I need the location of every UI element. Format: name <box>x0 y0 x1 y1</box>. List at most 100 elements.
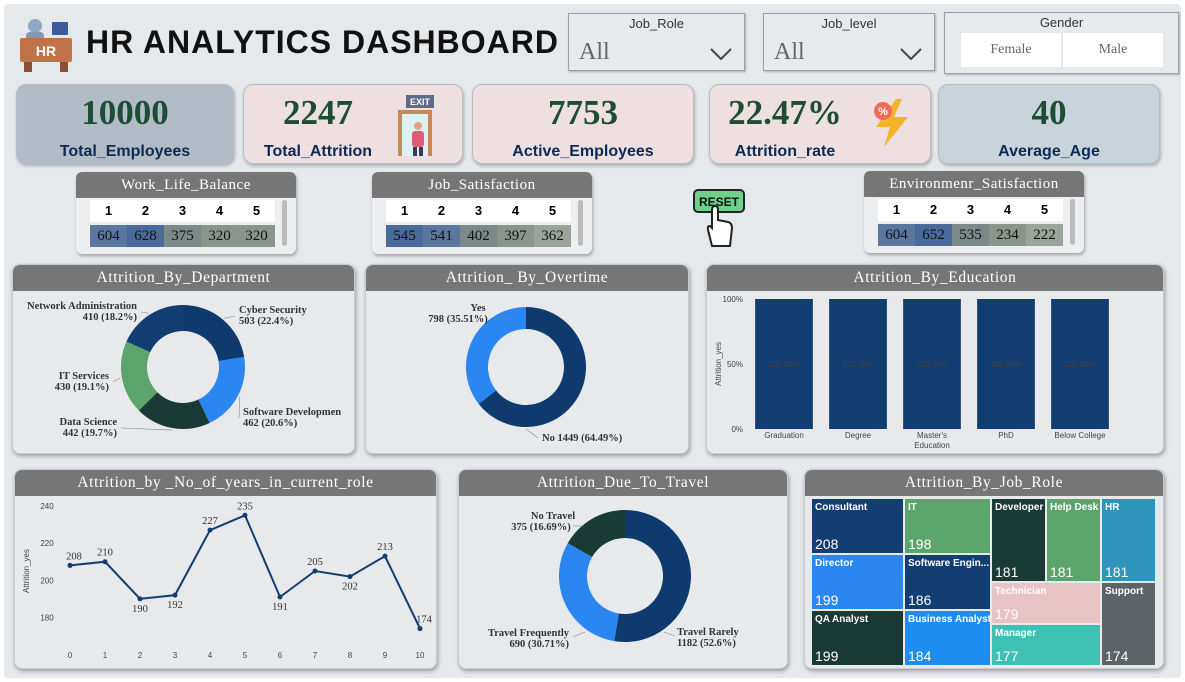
chart-title: Attrition_Due_To_Travel <box>459 470 787 496</box>
point-value-label: 190 <box>132 604 148 615</box>
table-scrollbar[interactable] <box>1070 199 1075 245</box>
svg-text:%: % <box>878 106 888 118</box>
chart-title: Attrition_by _No_of_years_in_current_rol… <box>15 470 436 496</box>
slice-value-label: 503 (22.4%) <box>239 316 294 327</box>
gender-label: Gender <box>1039 15 1084 30</box>
kpi-value: 40 <box>1031 93 1067 132</box>
donut-slice[interactable] <box>614 510 691 642</box>
gender-slicer: Gender Female Male <box>944 12 1179 74</box>
treemap-tile-value: 198 <box>908 536 932 552</box>
leader-line <box>120 427 172 431</box>
treemap-tile-label: HR <box>1105 502 1120 513</box>
table-scrollbar[interactable] <box>282 200 287 246</box>
slice-category-label: Travel Frequently <box>488 628 570 639</box>
treemap-tile-value: 181 <box>995 564 1019 580</box>
treemap-tile[interactable]: HR 181 <box>1101 498 1156 582</box>
donut-slice[interactable] <box>198 356 245 424</box>
treemap-tile[interactable]: Consultant 208 <box>811 498 904 554</box>
y-tick-label: 0% <box>731 425 743 434</box>
treemap-tile[interactable]: Help Desk 181 <box>1046 498 1101 582</box>
data-point[interactable] <box>382 553 388 559</box>
x-tick-label: Degree <box>845 431 872 440</box>
treemap-tile[interactable]: Technician 179 <box>991 582 1101 624</box>
chart-title: Attrition_ By_Overtime <box>366 265 688 291</box>
leader-line <box>112 377 121 383</box>
table-value-cell: 375 <box>164 225 201 247</box>
kpi-label: Active_Employees <box>512 143 654 160</box>
donut-slice[interactable] <box>183 305 245 362</box>
department-donut-chart: Cyber Security503 (22.4%) Software Develo… <box>27 301 341 439</box>
table-value-cell: 320 <box>201 225 238 247</box>
data-point[interactable] <box>417 626 423 632</box>
x-tick-label: 8 <box>348 651 353 660</box>
treemap-tile[interactable]: IT 198 <box>904 498 991 554</box>
x-tick-label: 4 <box>208 651 213 660</box>
panel-attrition-due-to-travel: Attrition_Due_To_Travel Travel Rarely 118… <box>458 469 788 669</box>
reset-button[interactable]: RESET <box>692 188 748 248</box>
job-role-treemap: Consultant 208 IT 198 Developer 181 Help Desk 1… <box>811 498 1159 666</box>
treemap-tile[interactable]: Business Analyst 184 <box>904 610 991 666</box>
table-scrollbar[interactable] <box>578 200 583 246</box>
kpi-label: Total_Attrition <box>263 143 373 160</box>
data-point[interactable] <box>312 568 318 574</box>
treemap-tile-label: IT <box>908 502 917 513</box>
slice-category-label: Yes <box>470 303 485 314</box>
table-value-cell: 362 <box>534 225 571 247</box>
table-title: Work_Life_Balance <box>76 172 296 198</box>
data-point[interactable] <box>277 594 283 600</box>
chevron-down-icon[interactable] <box>900 48 922 60</box>
job-level-slicer[interactable]: Job_level All <box>763 13 935 71</box>
job-role-slicer[interactable]: Job_Role All <box>568 13 745 71</box>
point-value-label: 205 <box>307 557 323 568</box>
slice-value-label: 375 (16.69%) <box>511 522 571 533</box>
leader-line <box>238 396 241 419</box>
slice-value-label: 430 (19.1%) <box>55 382 110 393</box>
x-tick-label: Below College <box>1054 431 1106 440</box>
treemap-tile[interactable]: Developer 181 <box>991 498 1046 582</box>
data-point[interactable] <box>67 562 73 568</box>
data-point[interactable] <box>102 559 108 565</box>
treemap-tile-label: QA Analyst <box>815 614 869 625</box>
x-tick-label: 1 <box>103 651 108 660</box>
donut-slice[interactable] <box>559 543 619 642</box>
slice-value-label: 410 (18.2%) <box>83 312 138 323</box>
data-point[interactable] <box>172 592 178 598</box>
job-level-label: Job_level <box>821 16 877 31</box>
treemap-tile[interactable]: Software Engin... 186 <box>904 554 991 610</box>
x-tick-label: 6 <box>278 651 283 660</box>
gender-male-button[interactable]: Male <box>1063 33 1163 67</box>
treemap-tile[interactable]: Support 174 <box>1101 582 1156 666</box>
slice-category-label: IT Services <box>59 371 109 382</box>
travel-donut-chart: Travel Rarely1182 (52.6%) Travel Frequent… <box>488 510 739 650</box>
data-point[interactable] <box>242 512 248 518</box>
kpi-total-attrition: 2247 Total_Attrition EXIT <box>243 84 463 164</box>
table-header-cell: 5 <box>1026 199 1063 221</box>
x-tick-label: 9 <box>383 651 388 660</box>
table-header-cell: 4 <box>497 200 534 222</box>
data-point[interactable] <box>347 574 353 580</box>
slice-category-label: No Travel <box>531 511 575 522</box>
x-tick-label: 3 <box>173 651 178 660</box>
treemap-tile[interactable]: Manager 177 <box>991 624 1101 666</box>
exit-door-icon: EXIT <box>394 95 438 157</box>
slice-value-label: No 1449 (64.49%) <box>542 433 623 444</box>
table-header-cell: 5 <box>534 200 571 222</box>
x-tick-label: 5 <box>243 651 248 660</box>
table-environment-satisfaction: Environmenr_Satisfaction 1 2 3 4 5 604 652 535 2… <box>864 171 1084 253</box>
point-value-label: 213 <box>377 542 393 553</box>
y-tick-label: 50% <box>727 360 743 369</box>
table-value-cell: 320 <box>238 225 275 247</box>
treemap-tile[interactable]: QA Analyst 199 <box>811 610 904 666</box>
treemap-tile-value: 177 <box>995 648 1019 664</box>
treemap-tile[interactable]: Director 199 <box>811 554 904 610</box>
table-header-cell: 1 <box>878 199 915 221</box>
point-value-label: 227 <box>202 516 218 527</box>
data-point[interactable] <box>207 527 213 533</box>
table-header-cell: 1 <box>386 200 423 222</box>
gender-female-button[interactable]: Female <box>961 33 1061 67</box>
treemap-tile-value: 179 <box>995 606 1019 622</box>
table-header-cell: 3 <box>164 200 201 222</box>
treemap-tile-value: 184 <box>908 648 932 664</box>
data-point[interactable] <box>137 596 143 602</box>
chevron-down-icon[interactable] <box>710 48 732 60</box>
